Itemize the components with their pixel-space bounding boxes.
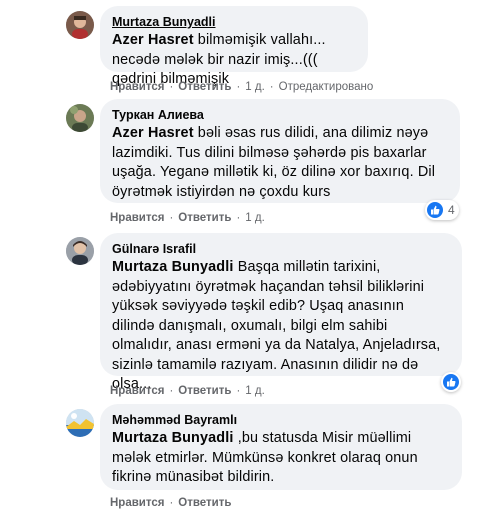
comment-actions: Нравится · Ответить · 1 д. · Отредактировано: [110, 80, 373, 94]
separator: ·: [236, 81, 241, 93]
reply-button[interactable]: Ответить: [178, 497, 231, 509]
mention-link[interactable]: Murtaza Bunyadli: [112, 259, 234, 275]
reaction-count: 4: [448, 203, 455, 217]
comment-author[interactable]: Туркан Алиева: [112, 107, 448, 123]
mention-link[interactable]: Murtaza Bunyadli: [112, 430, 234, 446]
like-button[interactable]: Нравится: [110, 497, 164, 509]
comment-actions: Нравится · Ответить · 1 д.: [110, 384, 265, 398]
reply-button[interactable]: Ответить: [178, 385, 231, 397]
comment-author[interactable]: Murtaza Bunyadli: [112, 14, 356, 30]
comment-author[interactable]: Gülnarə Israfil: [112, 241, 450, 257]
separator: ·: [169, 81, 174, 93]
comment-actions: Нравится · Ответить · 1 д.: [110, 211, 265, 225]
avatar[interactable]: [66, 409, 94, 437]
separator: ·: [169, 212, 174, 224]
like-button[interactable]: Нравится: [110, 212, 164, 224]
comment-bubble: Murtaza Bunyadli Azer Hasret bilməmişik …: [100, 6, 368, 87]
separator: ·: [236, 212, 241, 224]
comment-text: Murtaza Bunyadli ,bu statusda Misir müəl…: [112, 429, 450, 488]
timestamp[interactable]: 1 д.: [245, 212, 265, 224]
edited-label: Отредактировано: [278, 81, 374, 93]
reactions-summary[interactable]: [441, 372, 461, 392]
timestamp[interactable]: 1 д.: [245, 81, 265, 93]
avatar[interactable]: [66, 11, 94, 39]
comment-text: Murtaza Bunyadli Başqa millətin tarixini…: [112, 258, 450, 395]
separator: ·: [236, 385, 241, 397]
comment-actions: Нравится · Ответить: [110, 496, 231, 510]
like-icon: [443, 374, 459, 390]
reactions-summary[interactable]: 4: [425, 200, 459, 220]
comment-text: Azer Hasret bəli əsas rus dilidi, ana di…: [112, 124, 448, 202]
reply-button[interactable]: Ответить: [178, 81, 231, 93]
separator: ·: [269, 81, 274, 93]
mention-link[interactable]: Azer Hasret: [112, 125, 194, 141]
avatar[interactable]: [66, 104, 94, 132]
like-button[interactable]: Нравится: [110, 385, 164, 397]
reply-button[interactable]: Ответить: [178, 212, 231, 224]
comment-bubble: Туркан Алиева Azer Hasret bəli əsas rus …: [100, 99, 460, 203]
separator: ·: [169, 497, 174, 509]
comment-body: Başqa millətin tarixini, ədəbiyyatını öy…: [112, 259, 441, 392]
comment-bubble: Gülnarə Israfil Murtaza Bunyadli Başqa m…: [100, 233, 462, 392]
comment-bubble: Məhəmməd Bayramlı Murtaza Bunyadli ,bu s…: [100, 404, 462, 490]
timestamp[interactable]: 1 д.: [245, 385, 265, 397]
like-icon: [427, 202, 443, 218]
like-button[interactable]: Нравится: [110, 81, 164, 93]
avatar[interactable]: [66, 237, 94, 265]
separator: ·: [169, 385, 174, 397]
comment-author[interactable]: Məhəmməd Bayramlı: [112, 412, 450, 428]
mention-link[interactable]: Azer Hasret: [112, 32, 194, 48]
